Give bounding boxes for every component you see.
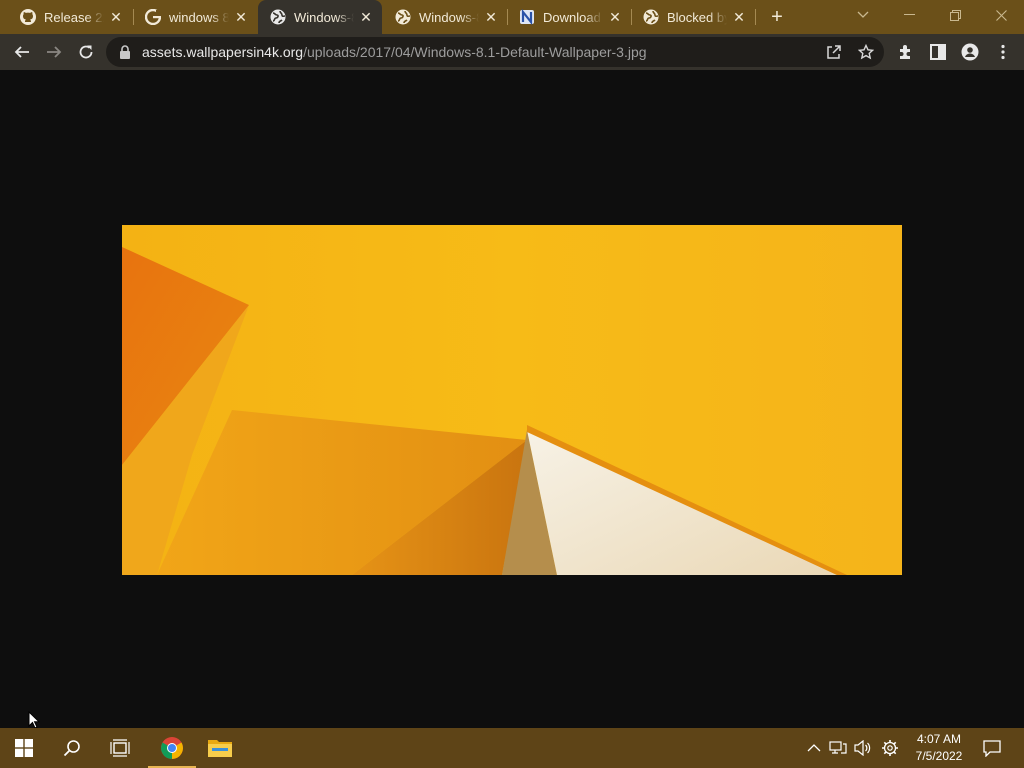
close-tab-icon[interactable]: ✕: [607, 9, 623, 25]
close-tab-icon[interactable]: ✕: [358, 9, 374, 25]
tab-release[interactable]: Release 220 ✕: [8, 0, 132, 34]
share-icon[interactable]: [826, 44, 842, 60]
action-center-button[interactable]: [978, 728, 1006, 768]
tab-title: Download: [543, 9, 601, 25]
task-view-icon: [110, 739, 130, 757]
chrome-icon: [161, 737, 183, 759]
tab-separator: [755, 9, 756, 25]
search-icon: [63, 740, 80, 757]
back-arrow-icon: [14, 46, 29, 58]
network-icon[interactable]: [828, 738, 848, 758]
profile-avatar-icon[interactable]: [961, 43, 979, 61]
globe-icon: [270, 9, 286, 25]
new-tab-button[interactable]: +: [766, 7, 788, 27]
tab-blocked[interactable]: Blocked by ✕: [631, 0, 755, 34]
windows-logo-icon: [15, 739, 33, 757]
chrome-app[interactable]: [148, 728, 196, 768]
tab-windows-search[interactable]: windows 8. ✕: [133, 0, 257, 34]
github-icon: [20, 9, 36, 25]
tab-title: Windows-8: [294, 9, 354, 25]
globe-icon: [643, 9, 659, 25]
clock-time: 4:07 AM: [916, 732, 962, 746]
browser-toolbar: assets.wallpapersin4k.org/uploads/2017/0…: [0, 34, 1024, 70]
url-text: assets.wallpapersin4k.org/uploads/2017/0…: [142, 44, 647, 60]
reload-icon: [79, 45, 93, 59]
tab-download[interactable]: Download ✕: [507, 0, 631, 34]
tab-title: Windows-8: [419, 9, 479, 25]
file-explorer-app[interactable]: [196, 728, 244, 768]
google-icon: [145, 9, 161, 25]
windows-8.1-wallpaper-image[interactable]: [122, 225, 902, 575]
site-n-icon: [519, 9, 535, 25]
side-panel-icon[interactable]: [929, 43, 947, 61]
mouse-cursor-icon: [28, 711, 40, 729]
forward-button[interactable]: [40, 38, 68, 66]
folder-icon: [208, 740, 232, 757]
close-tab-icon[interactable]: ✕: [731, 9, 747, 25]
tab-search-chevron-icon[interactable]: [840, 0, 886, 30]
windows-taskbar: 4:07 AM 7/5/2022: [0, 728, 1024, 768]
tab-title: Release 220: [44, 9, 104, 25]
tab-title: windows 8.: [169, 9, 229, 25]
close-window-button[interactable]: [978, 0, 1024, 30]
more-menu-icon[interactable]: [994, 43, 1012, 61]
url-path: /uploads/2017/04/Windows-8.1-Default-Wal…: [303, 44, 647, 60]
address-bar[interactable]: assets.wallpapersin4k.org/uploads/2017/0…: [106, 37, 884, 67]
system-clock[interactable]: 4:07 AM 7/5/2022: [906, 731, 972, 765]
notification-icon: [983, 739, 1001, 757]
back-button[interactable]: [8, 38, 36, 66]
settings-gear-icon[interactable]: [880, 738, 900, 758]
page-viewport: [0, 70, 1024, 728]
reload-button[interactable]: [72, 38, 100, 66]
clock-date: 7/5/2022: [915, 749, 963, 763]
start-button[interactable]: [0, 728, 48, 768]
tab-title: Blocked by: [667, 9, 727, 25]
minimize-button[interactable]: [886, 0, 932, 30]
tab-windows-2[interactable]: Windows-8 ✕: [383, 0, 507, 34]
close-tab-icon[interactable]: ✕: [233, 9, 249, 25]
close-tab-icon[interactable]: ✕: [108, 9, 124, 25]
close-tab-icon[interactable]: ✕: [483, 9, 499, 25]
extensions-puzzle-icon[interactable]: [897, 43, 915, 61]
search-button[interactable]: [48, 728, 96, 768]
show-hidden-icons-chevron-icon[interactable]: [804, 738, 824, 758]
bookmark-star-icon[interactable]: [858, 44, 874, 60]
lock-icon[interactable]: [118, 45, 132, 59]
globe-icon: [395, 9, 411, 25]
tab-strip: Release 220 ✕ windows 8. ✕ Windows-8 ✕ W…: [0, 0, 1024, 34]
task-view-button[interactable]: [96, 728, 144, 768]
forward-arrow-icon: [47, 46, 62, 58]
url-domain: assets.wallpapersin4k.org: [142, 44, 304, 60]
restore-button[interactable]: [932, 0, 978, 30]
volume-icon[interactable]: [853, 738, 873, 758]
tab-windows-wallpaper-active[interactable]: Windows-8 ✕: [258, 0, 382, 34]
